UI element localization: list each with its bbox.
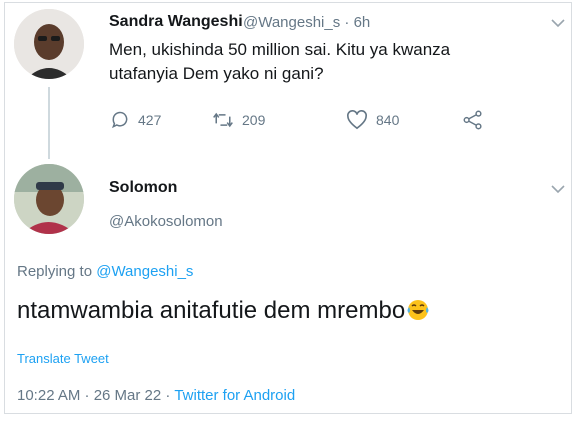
parent-text-line-1: Men, ukishinda 50 million sai. Kitu ya k… [109,40,451,59]
tweet-meta: 10:22 AM · 26 Mar 22 · Twitter for Andro… [17,387,295,404]
retweet-button[interactable]: 209 [212,106,265,134]
chevron-down-icon[interactable] [550,183,566,195]
face-with-tears-of-joy-icon [407,300,429,320]
parent-tweet-time[interactable]: 6h [354,14,371,31]
tweet-thread-card: Sandra Wangeshi @Wangeshi_s · 6h Men, uk… [4,2,572,414]
translate-tweet-link[interactable]: Translate Tweet [17,351,109,366]
parent-tweet-text: Men, ukishinda 50 million sai. Kitu ya k… [109,38,450,86]
parent-author-handle[interactable]: @Wangeshi_s · 6h [243,14,370,31]
tweet-source-link[interactable]: Twitter for Android [174,387,295,404]
replying-to-line: Replying to @Wangeshi_s [17,263,193,280]
tweet-timestamp[interactable]: 10:22 AM · 26 Mar 22 · [17,387,170,404]
share-button[interactable] [462,106,492,134]
replying-to-label: Replying to [17,263,93,280]
solomon-avatar[interactable] [14,164,84,234]
reply-tweet-text: ntamwambia anitafutie dem mrembo [17,297,430,325]
heart-icon [347,110,367,130]
reply-author-handle[interactable]: @Akokosolomon [109,213,223,230]
reply-icon [112,111,128,129]
replying-to-mention[interactable]: @Wangeshi_s [96,263,193,280]
reply-text-body: ntamwambia anitafutie dem mrembo [17,297,406,324]
separator-dot: · [344,14,350,31]
reply-count: 427 [138,112,162,128]
share-icon [463,110,482,130]
parent-text-line-2: utafanyia Dem yako ni gani? [109,64,324,83]
chevron-down-icon[interactable] [550,17,566,29]
reply-button[interactable]: 427 [110,106,161,134]
reply-author-name[interactable]: Solomon [109,179,177,197]
thread-connector-line [48,87,50,159]
parent-author-name[interactable]: Sandra Wangeshi [109,13,243,31]
retweet-count: 209 [242,112,266,128]
like-button[interactable]: 840 [346,106,399,134]
sandra-avatar[interactable] [14,9,84,79]
parent-handle-text: @Wangeshi_s [243,14,341,31]
retweet-icon [213,112,233,128]
like-count: 840 [376,112,400,128]
